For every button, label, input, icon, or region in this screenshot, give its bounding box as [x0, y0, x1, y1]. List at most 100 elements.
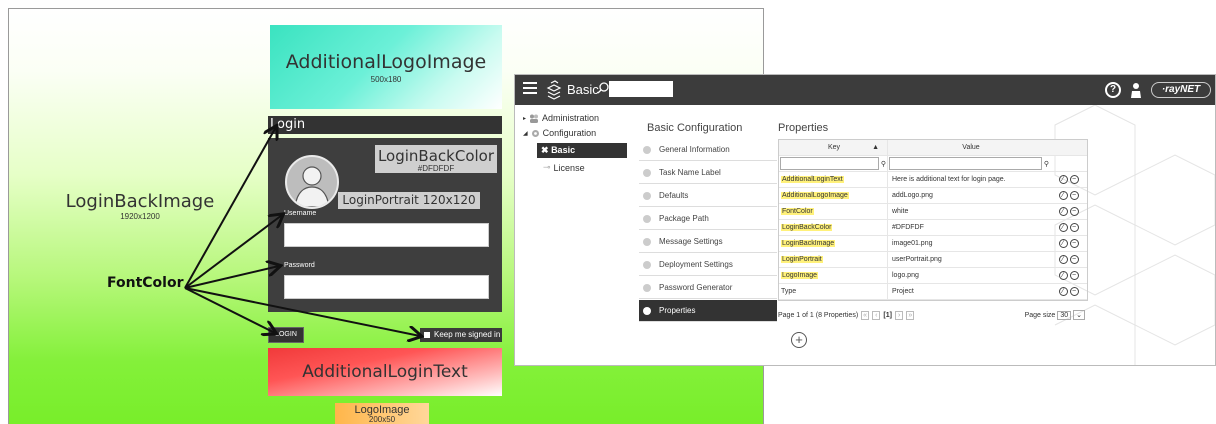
- edit-icon[interactable]: ⁄: [1058, 191, 1068, 200]
- tree-item-administration[interactable]: ▸ Administration: [523, 113, 599, 123]
- property-key: LoginPortrait: [781, 256, 823, 263]
- help-icon[interactable]: ?: [1105, 82, 1121, 98]
- table-row[interactable]: AdditionalLoginText Here is additional te…: [779, 172, 1087, 188]
- column-header-key[interactable]: Key ▲: [779, 140, 888, 155]
- actions-cell: ⁄ −: [1050, 175, 1087, 184]
- value-cell: Here is additional text for login page.: [888, 172, 1050, 187]
- menu-general-information[interactable]: General Information: [639, 139, 777, 161]
- menu-dot-icon: [643, 260, 651, 269]
- expand-icon: ▸: [523, 115, 527, 122]
- edit-icon[interactable]: ⁄: [1058, 287, 1068, 296]
- table-row[interactable]: FontColor white ⁄ −: [779, 204, 1087, 220]
- value-filter-input[interactable]: [889, 157, 1042, 170]
- table-header-row: Key ▲ Value: [779, 140, 1087, 156]
- property-value: #DFDFDF: [892, 224, 924, 231]
- remove-icon[interactable]: −: [1069, 175, 1079, 184]
- menu-label: Password Generator: [659, 283, 733, 292]
- table-row[interactable]: LoginPortrait userPortrait.png ⁄ −: [779, 252, 1087, 268]
- filter-icon[interactable]: ⚲: [881, 160, 886, 168]
- remove-icon[interactable]: −: [1069, 255, 1079, 264]
- page-size-label: Page size: [1024, 311, 1056, 319]
- property-value: Here is additional text for login page.: [892, 176, 1006, 183]
- edit-icon[interactable]: ⁄: [1058, 175, 1068, 184]
- property-value: userPortrait.png: [892, 256, 942, 263]
- property-value: white: [892, 208, 909, 215]
- table-row[interactable]: Type Project ⁄ −: [779, 284, 1087, 300]
- edit-icon[interactable]: ⁄: [1058, 223, 1068, 232]
- app-window: Basic ? ·rayNET ▸ Administration ◢ Confi…: [514, 74, 1216, 366]
- edit-icon[interactable]: ⁄: [1058, 271, 1068, 280]
- tree-item-license[interactable]: ⊸ License: [543, 162, 585, 173]
- hamburger-icon[interactable]: [523, 82, 537, 96]
- search-icon[interactable]: [597, 82, 609, 94]
- pager-left: Page 1 of 1 (8 Properties) « ‹ [1] › »: [778, 310, 915, 320]
- key-cell: LoginBackColor: [779, 220, 888, 235]
- menu-properties[interactable]: Properties: [639, 300, 777, 322]
- sort-asc-icon: ▲: [872, 144, 879, 151]
- actions-cell: ⁄ −: [1050, 207, 1087, 216]
- remove-icon[interactable]: −: [1069, 191, 1079, 200]
- property-key: FontColor: [781, 208, 814, 215]
- key-icon: ⊸: [543, 162, 551, 172]
- actions-cell: ⁄ −: [1050, 239, 1087, 248]
- value-cell: Project: [888, 284, 1050, 299]
- menu-defaults[interactable]: Defaults: [639, 185, 777, 207]
- value-cell: userPortrait.png: [888, 252, 1050, 267]
- actions-cell: ⁄ −: [1050, 191, 1087, 200]
- table-row[interactable]: LogoImage logo.png ⁄ −: [779, 268, 1087, 284]
- chevron-down-icon[interactable]: ⌄: [1073, 310, 1085, 320]
- menu-dot-icon: [643, 191, 651, 200]
- table-row[interactable]: LoginBackImage image01.png ⁄ −: [779, 236, 1087, 252]
- properties-table: Key ▲ Value ⚲ ⚲ AdditionalLoginText Here …: [778, 139, 1088, 301]
- collapse-icon: ◢: [523, 130, 528, 137]
- key-cell: AdditionalLoginText: [779, 172, 888, 187]
- tree-item-basic[interactable]: ✖ Basic: [537, 143, 627, 158]
- remove-icon[interactable]: −: [1069, 223, 1079, 232]
- prev-page-icon[interactable]: ‹: [872, 310, 881, 320]
- users-icon: [530, 114, 539, 123]
- tools-icon: ✖: [541, 145, 549, 155]
- page-size-select[interactable]: 30: [1057, 310, 1072, 320]
- tree-item-label: Basic: [551, 145, 576, 155]
- property-value: Project: [892, 288, 914, 295]
- value-filter-cell: ⚲: [888, 156, 1050, 171]
- table-row[interactable]: AdditionalLogoImage addLogo.png ⁄ −: [779, 188, 1087, 204]
- last-page-icon[interactable]: »: [906, 310, 915, 320]
- menu-password-generator[interactable]: Password Generator: [639, 277, 777, 299]
- tree-item-configuration[interactable]: ◢ Configuration: [523, 128, 596, 138]
- property-key: LoginBackImage: [781, 240, 836, 247]
- menu-deployment-settings[interactable]: Deployment Settings: [639, 254, 777, 276]
- property-value: image01.png: [892, 240, 933, 247]
- app-title: Basic: [567, 82, 599, 97]
- remove-icon[interactable]: −: [1069, 271, 1079, 280]
- remove-icon[interactable]: −: [1069, 207, 1079, 216]
- search-input[interactable]: [609, 81, 673, 97]
- properties-title: Properties: [778, 122, 829, 134]
- current-page[interactable]: [1]: [883, 312, 892, 319]
- remove-icon[interactable]: −: [1069, 239, 1079, 248]
- menu-task-name-label[interactable]: Task Name Label: [639, 162, 777, 184]
- key-filter-input[interactable]: [780, 157, 879, 170]
- column-header-label: Value: [962, 144, 980, 151]
- menu-label: Defaults: [659, 191, 689, 200]
- column-header-value[interactable]: Value: [888, 140, 1050, 155]
- remove-icon[interactable]: −: [1069, 287, 1079, 296]
- edit-icon[interactable]: ⁄: [1058, 255, 1068, 264]
- property-value: logo.png: [892, 272, 919, 279]
- column-header-label: Key: [827, 144, 841, 151]
- property-key: AdditionalLoginText: [781, 176, 844, 183]
- top-bar: Basic ? ·rayNET: [515, 75, 1215, 105]
- actions-cell: ⁄ −: [1050, 271, 1087, 280]
- next-page-icon[interactable]: ›: [894, 310, 904, 320]
- menu-message-settings[interactable]: Message Settings: [639, 231, 777, 253]
- table-row[interactable]: LoginBackColor #DFDFDF ⁄ −: [779, 220, 1087, 236]
- value-cell: #DFDFDF: [888, 220, 1050, 235]
- property-key: LoginBackColor: [781, 224, 833, 231]
- edit-icon[interactable]: ⁄: [1058, 207, 1068, 216]
- menu-package-path[interactable]: Package Path: [639, 208, 777, 230]
- add-property-button[interactable]: +: [791, 332, 807, 348]
- edit-icon[interactable]: ⁄: [1058, 239, 1068, 248]
- first-page-icon[interactable]: «: [861, 310, 870, 320]
- filter-icon[interactable]: ⚲: [1044, 160, 1049, 168]
- user-icon[interactable]: [1130, 82, 1142, 98]
